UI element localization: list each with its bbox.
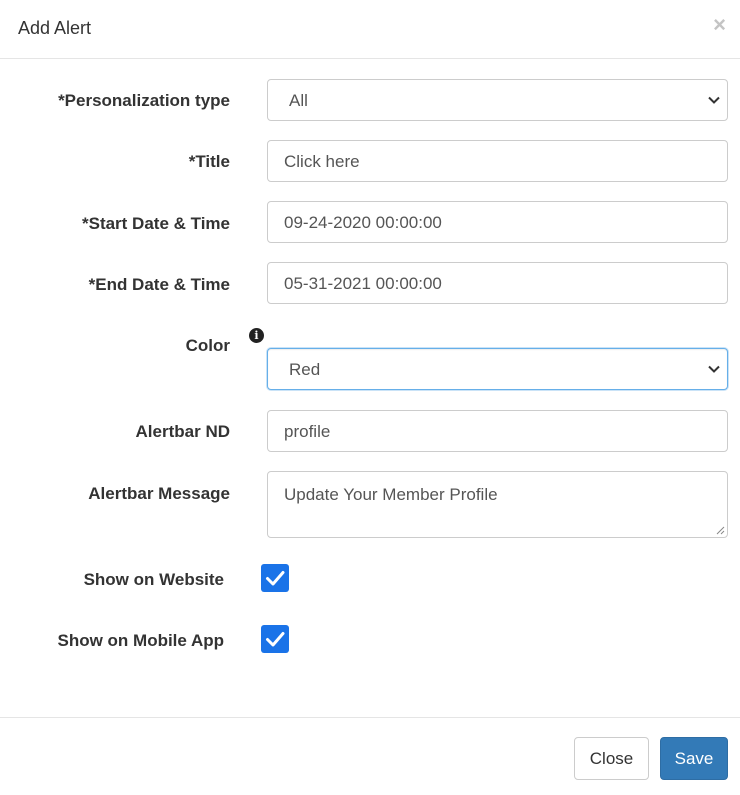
save-button[interactable]: Save (660, 737, 728, 780)
chevron-down-icon (708, 96, 720, 104)
close-icon[interactable]: × (713, 14, 726, 36)
checkmark-icon (266, 632, 285, 647)
show-on-mobile-app-label: Show on Mobile App (57, 631, 224, 650)
alertbar-message-textarea[interactable]: Update Your Member Profile (267, 471, 728, 538)
personalization-type-value: All (289, 91, 308, 110)
close-button[interactable]: Close (574, 737, 649, 780)
checkmark-icon (266, 571, 285, 586)
alertbar-nd-label: Alertbar ND (135, 422, 230, 441)
color-select[interactable]: Red (267, 348, 728, 390)
title-input[interactable]: Click here (267, 140, 728, 182)
alertbar-nd-input[interactable]: profile (267, 410, 728, 452)
start-datetime-value: 09-24-2020 00:00:00 (284, 213, 442, 232)
personalization-type-label: *Personalization type (58, 91, 230, 110)
show-on-mobile-app-checkbox[interactable] (261, 625, 289, 653)
title-label: *Title (188, 152, 230, 171)
start-datetime-label: *Start Date & Time (81, 214, 230, 233)
alertbar-nd-value: profile (284, 422, 331, 441)
color-value: Red (289, 360, 321, 379)
title-value: Click here (284, 152, 360, 171)
color-label: Color (185, 336, 230, 355)
show-on-website-checkbox[interactable] (261, 564, 289, 592)
end-datetime-input[interactable]: 05-31-2021 00:00:00 (267, 262, 728, 304)
add-alert-dialog: Add Alert × *Personalization type All *T… (0, 0, 740, 795)
show-on-website-label: Show on Website (83, 570, 224, 589)
personalization-type-select[interactable]: All (267, 79, 728, 121)
dialog-title: Add Alert (18, 18, 92, 38)
start-datetime-input[interactable]: 09-24-2020 00:00:00 (267, 201, 728, 243)
chevron-down-icon (708, 365, 720, 373)
end-datetime-label: *End Date & Time (88, 275, 230, 294)
resize-grip-icon[interactable] (716, 526, 725, 535)
alertbar-message-value: Update Your Member Profile (284, 485, 498, 504)
end-datetime-value: 05-31-2021 00:00:00 (284, 274, 442, 293)
alertbar-message-label: Alertbar Message (88, 484, 230, 503)
dialog-header: Add Alert × (0, 0, 740, 59)
info-icon[interactable]: i (249, 328, 264, 343)
